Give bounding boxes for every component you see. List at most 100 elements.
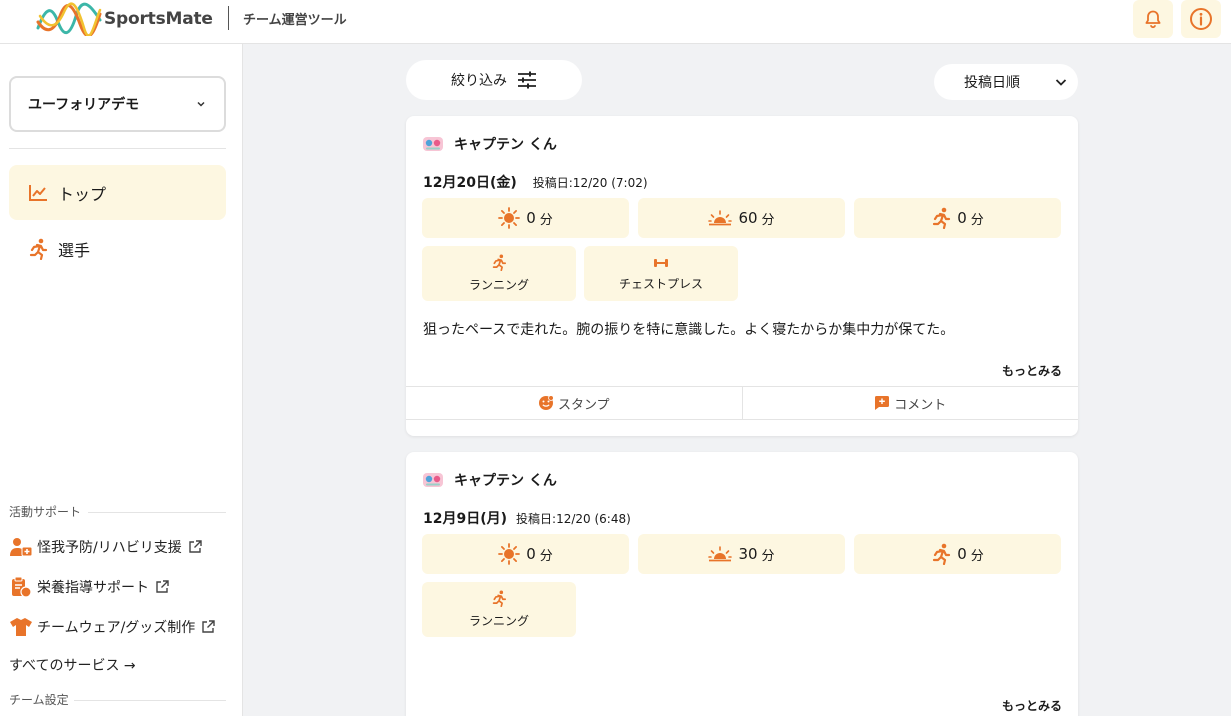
post-posted-at: 投稿日:12/20 (6:48)	[516, 512, 631, 526]
filter-button[interactable]: 絞り込み	[406, 60, 582, 100]
nutrition-support-link[interactable]: 栄養指導サポート	[9, 576, 169, 598]
sidebar-item-label: トップ	[58, 184, 107, 204]
stat-unit: 分	[761, 548, 775, 564]
activity-chip[interactable]: チェストプレス	[584, 246, 738, 301]
stat-unit: 分	[970, 212, 984, 228]
injury-support-icon	[9, 536, 33, 558]
stat-value: 60	[738, 209, 758, 227]
all-services-link[interactable]: すべてのサービス →	[9, 654, 136, 676]
sidebar-divider	[9, 148, 226, 149]
stat-sleep: 30 分	[638, 534, 845, 574]
sort-select-value: 投稿日順	[964, 75, 1020, 91]
dumbbell-icon	[653, 256, 669, 270]
post-date-line: 12月20日(金) 投稿日:12/20 (7:02)	[423, 172, 648, 192]
running-icon	[931, 207, 951, 229]
stat-daytime: 0 分	[422, 198, 629, 238]
stat-exercise: 0 分	[854, 198, 1061, 238]
more-link[interactable]: もっとみる	[1002, 362, 1062, 379]
info-button[interactable]	[1181, 0, 1221, 38]
sidebar-item-label: 選手	[58, 240, 91, 260]
post-card: キャプテン くん 12月9日(月) 投稿日:12/20 (6:48) 0 分 3…	[406, 452, 1078, 716]
nutrition-clipboard-icon	[9, 576, 33, 598]
notifications-button[interactable]	[1133, 0, 1173, 38]
sort-select[interactable]: 投稿日順	[934, 64, 1078, 100]
logo-text: SportsMate	[104, 9, 213, 29]
injury-support-link[interactable]: 怪我予防/リハビリ支援	[9, 536, 202, 558]
header-divider	[228, 6, 229, 30]
tshirt-icon	[9, 616, 33, 638]
stat-value: 0	[526, 545, 536, 563]
comment-button[interactable]: コメント	[741, 387, 1079, 419]
activity-chip[interactable]: ランニング	[422, 246, 576, 301]
stat-sleep: 60 分	[638, 198, 845, 238]
chevron-down-icon	[197, 101, 205, 107]
sliders-icon	[517, 71, 537, 89]
post-posted-at: 投稿日:12/20 (7:02)	[532, 176, 648, 190]
chart-line-icon	[27, 182, 49, 204]
activity-label: ランニング	[468, 614, 529, 628]
service-link-label: 栄養指導サポート	[37, 580, 149, 596]
stat-unit: 分	[761, 212, 775, 228]
info-icon	[1190, 8, 1212, 30]
post-date-line: 12月9日(月) 投稿日:12/20 (6:48)	[423, 508, 631, 528]
avatar	[423, 471, 443, 489]
post-date: 12月20日(金)	[423, 175, 517, 191]
sidebar: ユーフォリアデモ トップ 選手 活動サポート 怪我予防/リハビリ支援 栄養指導サ…	[0, 44, 243, 716]
smile-stamp-icon	[538, 395, 554, 411]
sidebar-item-players[interactable]: 選手	[9, 221, 226, 276]
post-date: 12月9日(月)	[423, 511, 508, 527]
sidebar-item-top[interactable]: トップ	[9, 165, 226, 220]
sun-icon	[498, 207, 521, 229]
running-icon	[931, 543, 951, 565]
external-link-icon	[155, 580, 169, 594]
stat-exercise: 0 分	[854, 534, 1061, 574]
service-link-label: チームウェア/グッズ制作	[37, 620, 196, 636]
post-card: キャプテン くん 12月20日(金) 投稿日:12/20 (7:02) 0 分	[406, 116, 1078, 436]
all-services-label: すべてのサービス →	[9, 658, 136, 674]
comment-label: コメント	[894, 397, 947, 413]
activity-label: ランニング	[468, 278, 529, 292]
team-settings-heading: チーム設定	[9, 693, 69, 707]
comment-add-icon	[874, 395, 890, 411]
avatar	[423, 135, 443, 153]
team-select[interactable]: ユーフォリアデモ	[9, 76, 226, 132]
teamwear-link[interactable]: チームウェア/グッズ制作	[9, 616, 215, 638]
stat-unit: 分	[539, 548, 553, 564]
post-author[interactable]: キャプテン くん	[423, 134, 557, 154]
header-subtitle: チーム運営ツール	[243, 13, 347, 28]
chevron-down-icon	[1054, 75, 1068, 89]
sunrise-icon	[708, 209, 733, 227]
stamp-label: スタンプ	[557, 397, 610, 413]
stat-value: 0	[957, 545, 967, 563]
activity-label: チェストプレス	[618, 276, 703, 291]
post-author[interactable]: キャプテン くん	[423, 470, 557, 490]
stat-value: 30	[738, 545, 758, 563]
bell-icon	[1145, 10, 1161, 29]
external-link-icon	[201, 620, 215, 634]
post-author-name: キャプテン くん	[454, 473, 557, 489]
post-author-name: キャプテン くん	[454, 137, 557, 153]
activity-chip[interactable]: ランニング	[422, 582, 576, 637]
stat-unit: 分	[970, 548, 984, 564]
stat-unit: 分	[539, 212, 553, 228]
stamp-button[interactable]: スタンプ	[406, 387, 742, 419]
stat-value: 0	[526, 209, 536, 227]
sun-icon	[498, 543, 521, 565]
section-divider	[88, 512, 226, 513]
runner-icon	[27, 238, 49, 260]
more-link[interactable]: もっとみる	[1002, 697, 1062, 714]
logo[interactable]: SportsMate	[36, 2, 213, 36]
filter-label: 絞り込み	[451, 73, 507, 89]
stat-value: 0	[957, 209, 967, 227]
stat-daytime: 0 分	[422, 534, 629, 574]
sunrise-icon	[708, 545, 733, 563]
running-icon	[491, 590, 507, 607]
sportsmate-logo-icon	[36, 2, 102, 36]
service-link-label: 怪我予防/リハビリ支援	[37, 540, 182, 556]
post-actions: スタンプ コメント	[406, 386, 1078, 420]
team-select-value: ユーフォリアデモ	[28, 97, 140, 113]
running-icon	[491, 254, 507, 271]
activity-support-heading: 活動サポート	[9, 505, 82, 519]
app-header: SportsMate チーム運営ツール	[0, 0, 1231, 44]
section-divider	[74, 700, 226, 701]
